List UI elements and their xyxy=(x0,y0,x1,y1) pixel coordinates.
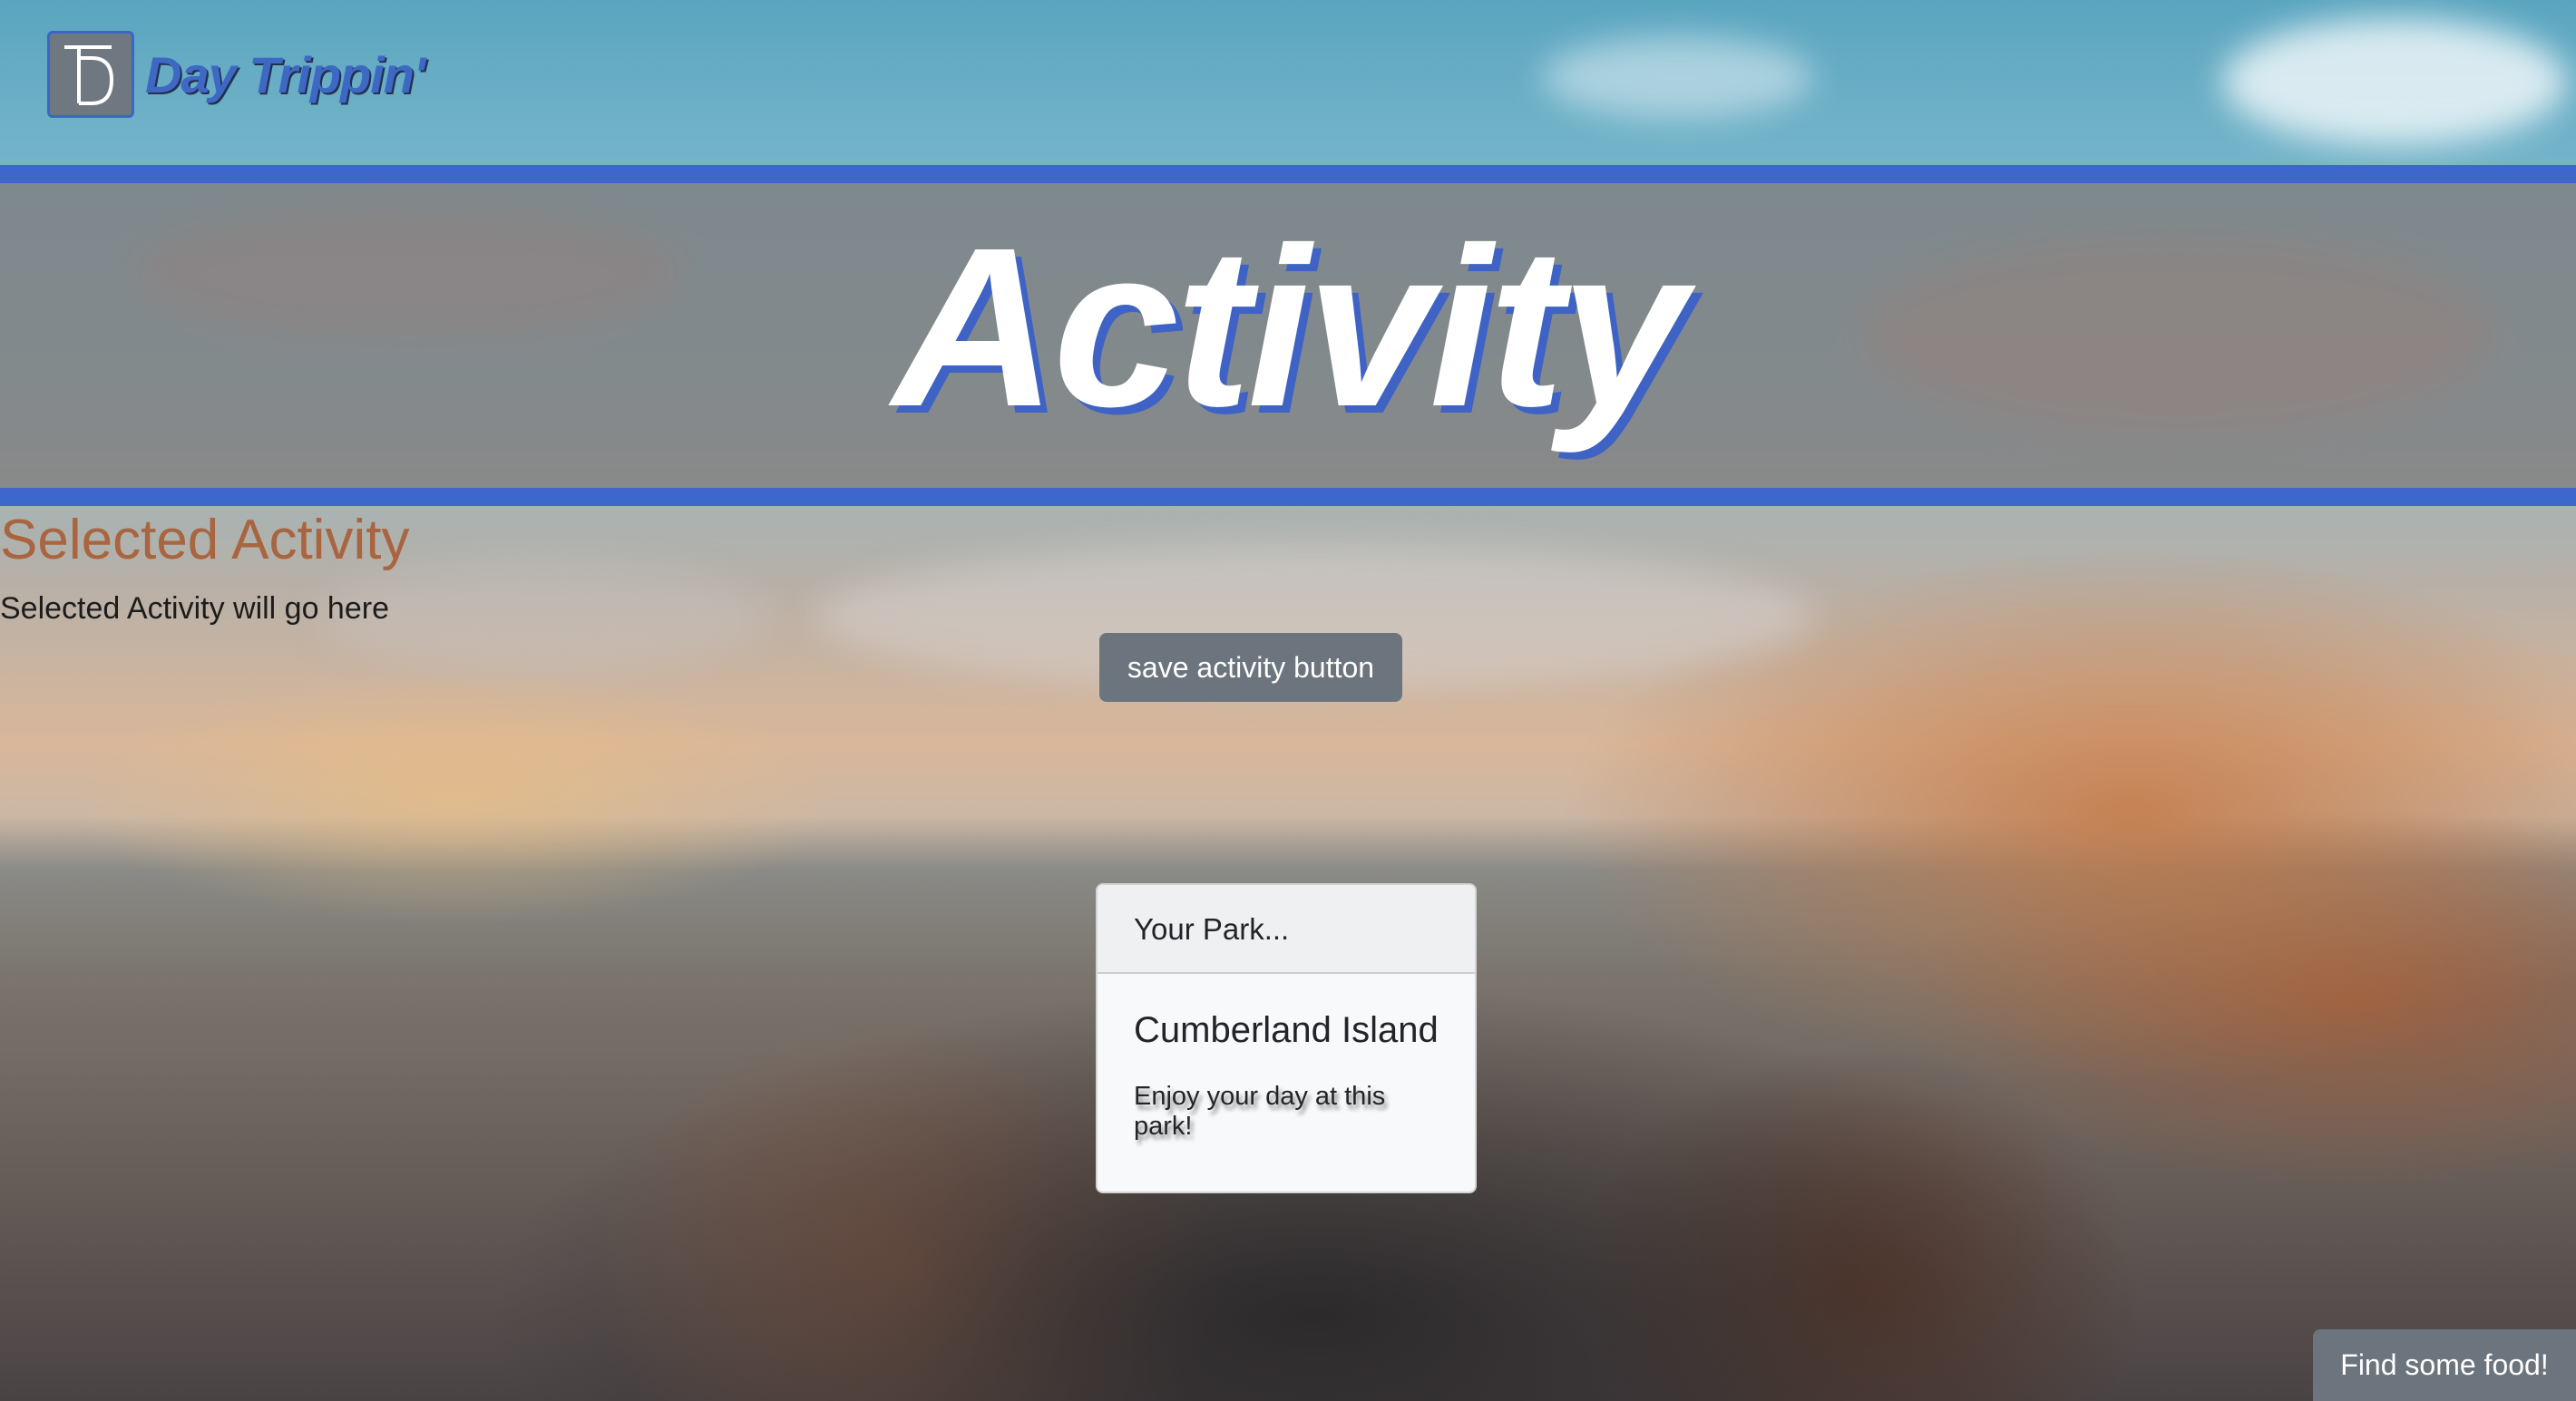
background-cloud xyxy=(2222,18,2567,145)
park-card-header: Your Park... xyxy=(1098,885,1475,974)
find-food-button[interactable]: Find some food! xyxy=(2313,1329,2576,1401)
park-card-body: Cumberland Island Enjoy your day at this… xyxy=(1098,974,1475,1142)
logo-monogram-icon xyxy=(47,31,134,118)
selected-activity-text: Selected Activity will go here xyxy=(0,591,389,626)
park-message: Enjoy your day at this park! xyxy=(1134,1082,1386,1141)
page-title: Activity xyxy=(893,200,1686,453)
td-monogram-icon xyxy=(64,45,114,105)
save-activity-button[interactable]: save activity button xyxy=(1099,633,1402,702)
page-background: Day Trippin' Activity Selected Activity … xyxy=(0,0,2576,1401)
park-name: Cumberland Island xyxy=(1134,1010,1439,1050)
background-cloud xyxy=(1542,36,1814,118)
selected-activity-heading: Selected Activity xyxy=(0,509,410,571)
park-card: Your Park... Cumberland Island Enjoy you… xyxy=(1096,883,1477,1193)
brand-logo[interactable]: Day Trippin' xyxy=(47,31,425,118)
brand-name: Day Trippin' xyxy=(145,45,425,103)
